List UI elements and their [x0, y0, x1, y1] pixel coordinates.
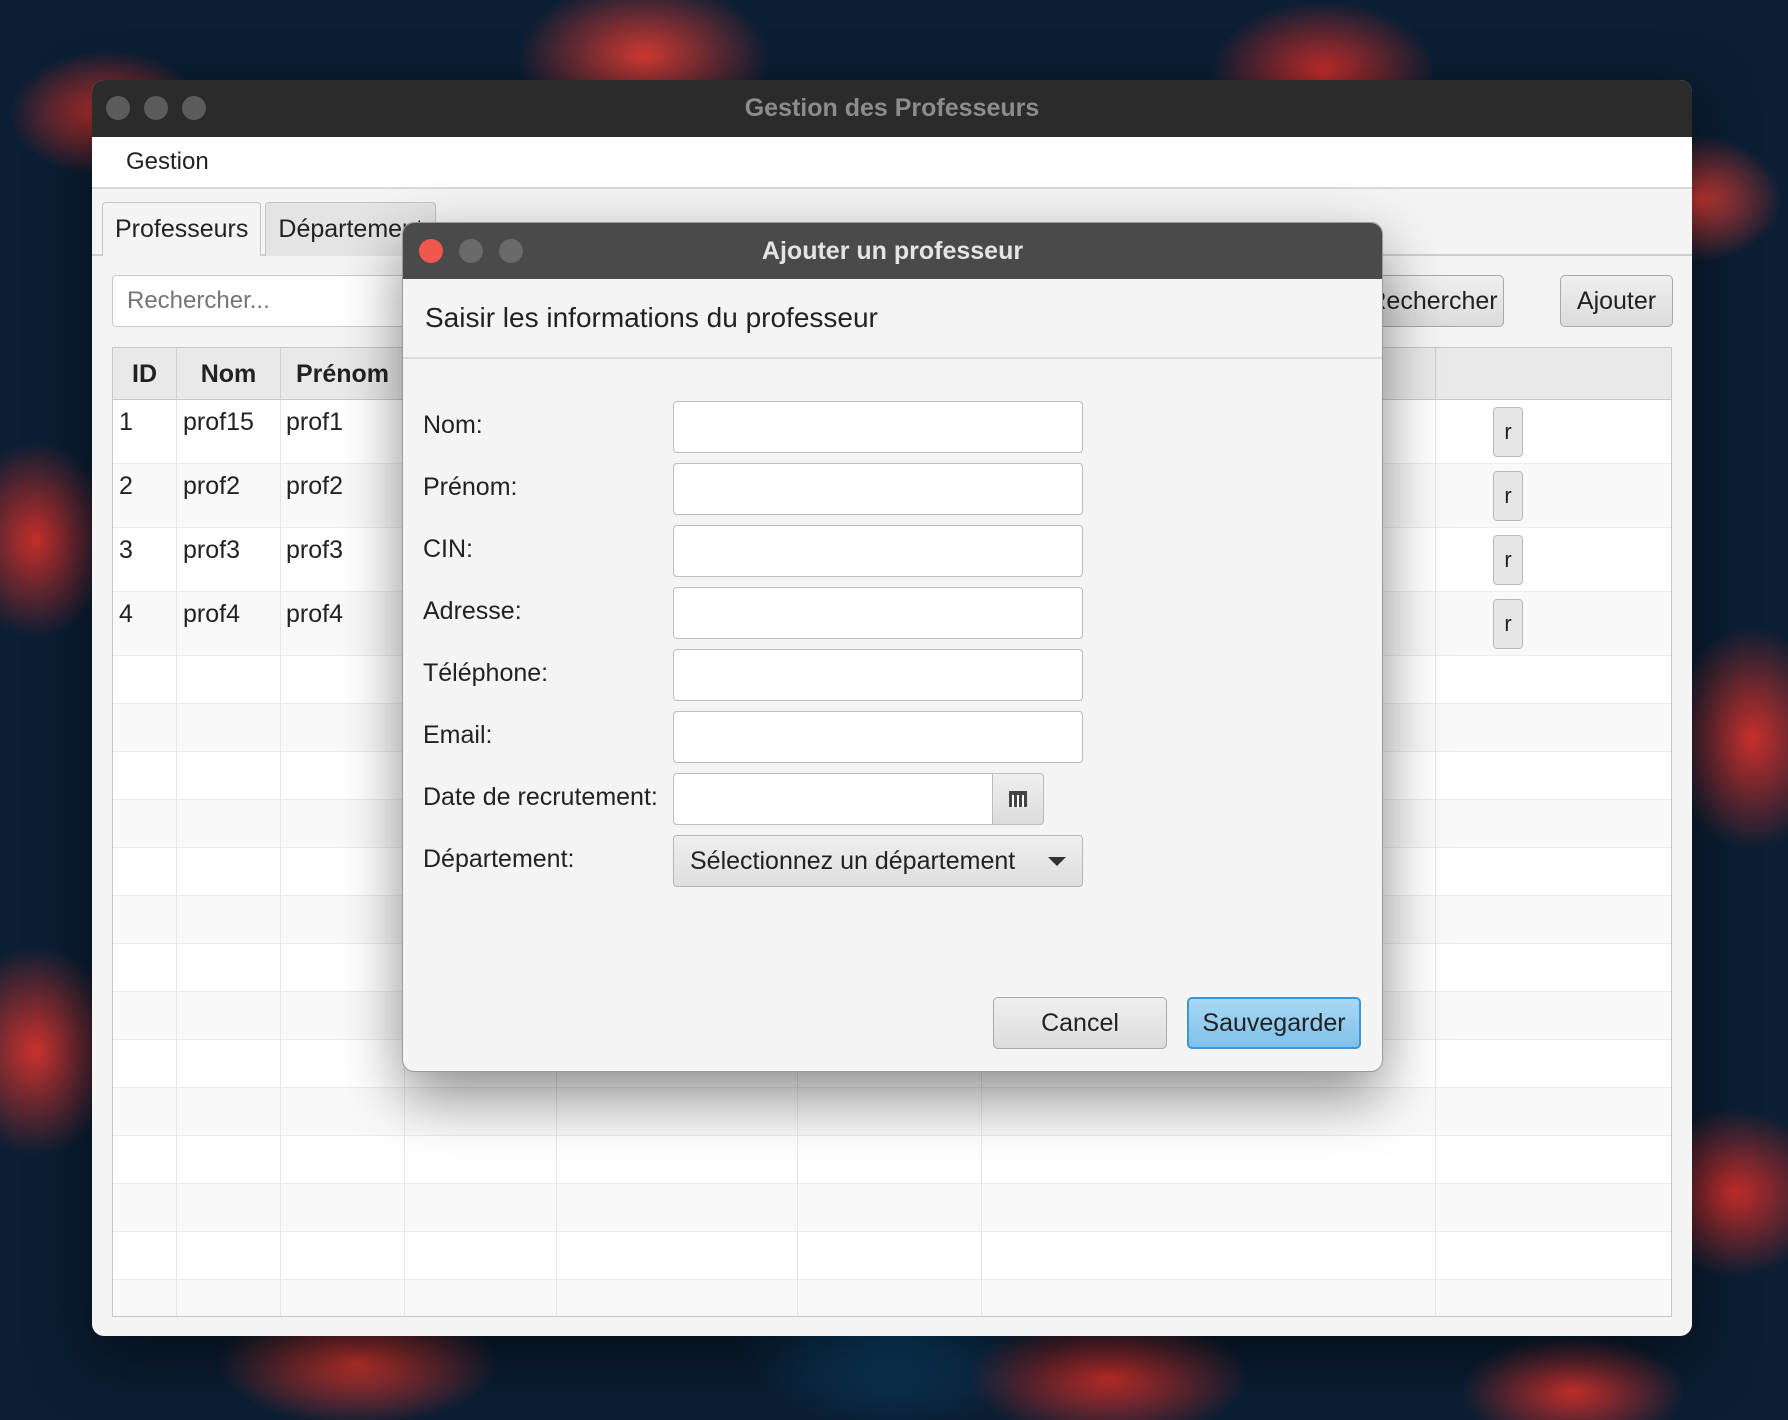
cell-nom: prof15 — [183, 408, 254, 436]
departement-select[interactable]: Sélectionnez un département — [673, 835, 1083, 887]
cell-nom: prof3 — [183, 536, 240, 564]
telephone-label: Téléphone: — [423, 659, 549, 687]
cell-id: 1 — [119, 408, 133, 436]
dialog-close-button[interactable] — [419, 239, 443, 263]
cin-label: CIN: — [423, 535, 473, 563]
empty-row — [113, 1136, 1671, 1184]
add-button[interactable]: Ajouter — [1560, 275, 1673, 327]
empty-row — [113, 1088, 1671, 1136]
empty-row — [113, 1184, 1671, 1232]
departement-label: Département: — [423, 845, 575, 873]
menubar: Gestion — [92, 137, 1692, 189]
chevron-down-icon — [1048, 857, 1066, 866]
column-header-nom[interactable]: Nom — [177, 348, 281, 400]
cell-prenom: prof2 — [286, 472, 343, 500]
cell-id: 2 — [119, 472, 133, 500]
calendar-icon — [1009, 791, 1027, 807]
dialog-titlebar: Ajouter un professeur — [403, 223, 1382, 279]
column-divider — [176, 400, 177, 1316]
adresse-label: Adresse: — [423, 597, 522, 625]
main-titlebar: Gestion des Professeurs — [92, 80, 1692, 137]
zoom-window-button[interactable] — [182, 96, 206, 120]
close-window-button[interactable] — [106, 96, 130, 120]
cell-prenom: prof3 — [286, 536, 343, 564]
search-button[interactable]: Rechercher — [1362, 275, 1504, 327]
tab-bar: Professeurs Département — [102, 202, 436, 256]
column-divider — [1435, 400, 1436, 1316]
cell-prenom: prof1 — [286, 408, 343, 436]
cell-nom: prof2 — [183, 472, 240, 500]
empty-row — [113, 1280, 1671, 1316]
cell-prenom: prof4 — [286, 600, 343, 628]
dialog-title: Ajouter un professeur — [761, 236, 1024, 265]
row-action-button[interactable]: r — [1493, 599, 1523, 649]
minimize-window-button[interactable] — [144, 96, 168, 120]
menu-gestion[interactable]: Gestion — [126, 148, 209, 176]
telephone-field[interactable] — [673, 649, 1083, 701]
adresse-field[interactable] — [673, 587, 1083, 639]
row-action-button[interactable]: r — [1493, 471, 1523, 521]
window-title: Gestion des Professeurs — [744, 94, 1040, 122]
nom-field[interactable] — [673, 401, 1083, 453]
empty-row — [113, 1232, 1671, 1280]
cancel-button[interactable]: Cancel — [993, 997, 1167, 1049]
date-picker-button[interactable] — [992, 773, 1044, 825]
search-input[interactable] — [112, 275, 432, 327]
row-action-button[interactable]: r — [1493, 407, 1523, 457]
date-recrutement-field[interactable] — [673, 773, 993, 825]
save-button[interactable]: Sauvegarder — [1187, 997, 1361, 1049]
cell-nom: prof4 — [183, 600, 240, 628]
dialog-minimize-button[interactable] — [459, 239, 483, 263]
dialog-header: Saisir les informations du professeur — [403, 279, 1382, 359]
column-header-id[interactable]: ID — [113, 348, 177, 400]
prenom-field[interactable] — [673, 463, 1083, 515]
nom-label: Nom: — [423, 411, 483, 439]
email-label: Email: — [423, 721, 493, 749]
column-header-blank — [1435, 348, 1671, 400]
tab-professeurs[interactable]: Professeurs — [102, 202, 262, 256]
cin-field[interactable] — [673, 525, 1083, 577]
dialog-window-controls — [419, 239, 523, 263]
date-recrutement-label: Date de recrutement: — [423, 783, 658, 811]
column-divider — [280, 400, 281, 1316]
column-header-prenom[interactable]: Prénom — [281, 348, 405, 400]
cell-id: 4 — [119, 600, 133, 628]
row-action-button[interactable]: r — [1493, 535, 1523, 585]
window-controls — [106, 96, 206, 120]
email-field[interactable] — [673, 711, 1083, 763]
add-professor-dialog: Ajouter un professeur Saisir les informa… — [402, 222, 1383, 1072]
dialog-zoom-button[interactable] — [499, 239, 523, 263]
prenom-label: Prénom: — [423, 473, 518, 501]
cell-id: 3 — [119, 536, 133, 564]
departement-select-value: Sélectionnez un département — [690, 846, 1016, 875]
